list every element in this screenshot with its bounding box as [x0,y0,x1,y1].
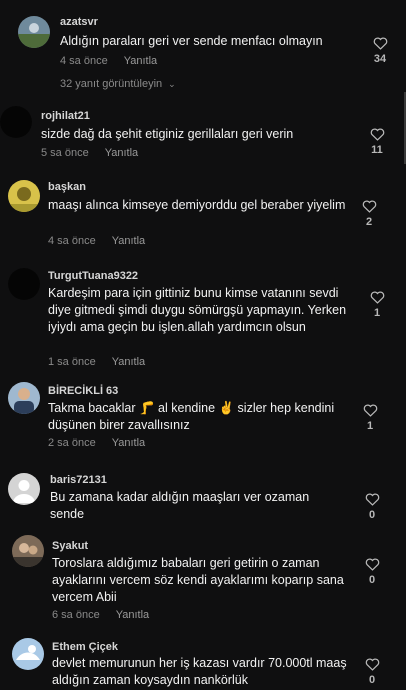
like-button[interactable]: 11 [362,127,392,156]
like-button[interactable]: 34 [365,36,395,65]
comment-meta: 6 sa önce Yanıtla [52,609,149,621]
username[interactable]: rojhilat21 [41,110,90,122]
like-count: 11 [371,144,383,156]
like-count: 0 [368,509,376,521]
timestamp: 5 sa önce [41,147,89,159]
reply-button[interactable]: Yanıtla [124,55,157,67]
reply-button[interactable]: Yanıtla [112,437,145,449]
comment-meta: 4 sa önce Yanıtla [48,235,145,247]
view-replies-button[interactable]: 32 yanıt görüntüleyin ⌄ [60,78,176,90]
avatar[interactable] [8,180,40,212]
like-button[interactable]: 2 [354,199,384,228]
like-count: 34 [373,53,387,65]
heart-icon [370,128,384,141]
avatar[interactable] [8,268,40,300]
like-count: 2 [365,216,373,228]
comment-text: Bu zamana kadar aldığın maaşları ver oza… [50,490,310,521]
comment-text: maaşı alınca kimseye demiyorddu gel bera… [48,198,346,212]
like-count: 0 [368,674,376,686]
comment-text: Takma bacaklar 🦵 al kendine ✌️ sizler he… [48,401,335,432]
username[interactable]: Syakut [52,540,88,552]
like-button[interactable]: 0 [357,492,387,521]
username[interactable]: azatsvr [60,16,98,28]
avatar[interactable] [12,535,44,567]
heart-icon [365,558,379,571]
like-count: 1 [373,307,381,319]
comment-text: Aldığın paraları geri ver sende menfacı … [60,34,323,48]
timestamp: 6 sa önce [52,609,100,621]
like-count: 0 [368,574,376,586]
like-count: 1 [366,420,374,432]
heart-icon [362,200,376,213]
like-button[interactable]: 1 [355,403,385,432]
avatar[interactable] [12,638,44,670]
comment-text: sizde dağ da şehit etiginiz gerillaları … [41,127,294,141]
reply-button[interactable]: Yanıtla [116,609,149,621]
comment-meta: 5 sa önce Yanıtla [41,147,138,159]
username[interactable]: baris72131 [50,474,107,486]
avatar[interactable] [8,382,40,414]
timestamp: 1 sa önce [48,356,96,368]
heart-icon [373,37,387,50]
username[interactable]: Ethem Çiçek [52,641,118,653]
heart-icon [365,658,379,671]
comment-meta: 4 sa önce Yanıtla [60,55,157,67]
view-replies-label: 32 yanıt görüntüleyin [60,78,163,90]
heart-icon [363,404,377,417]
comment-text: devlet memurunun her iş kazası vardır 70… [52,656,347,687]
timestamp: 2 sa önce [48,437,96,449]
avatar[interactable] [18,16,50,48]
username[interactable]: TurgutTuana9322 [48,270,138,282]
reply-button[interactable]: Yanıtla [112,235,145,247]
avatar[interactable] [8,473,40,505]
comment-meta: 1 sa önce Yanıtla [48,356,145,368]
username[interactable]: başkan [48,181,86,193]
reply-button[interactable]: Yanıtla [112,356,145,368]
comment-meta: 2 sa önce Yanıtla [48,437,145,449]
comment-text: Toroslara aldığımız babaları geri getiri… [52,556,344,604]
avatar[interactable] [0,106,32,138]
comment-text: Kardeşim para için gittiniz bunu kimse v… [48,286,347,334]
heart-icon [365,493,379,506]
chevron-down-icon: ⌄ [168,79,176,89]
username[interactable]: BİRECİKLİ 63 [48,385,118,397]
like-button[interactable]: 1 [362,290,392,319]
like-button[interactable]: 0 [357,557,387,586]
heart-icon [370,291,384,304]
like-button[interactable]: 0 [357,657,387,686]
reply-button[interactable]: Yanıtla [105,147,138,159]
timestamp: 4 sa önce [60,55,108,67]
timestamp: 4 sa önce [48,235,96,247]
